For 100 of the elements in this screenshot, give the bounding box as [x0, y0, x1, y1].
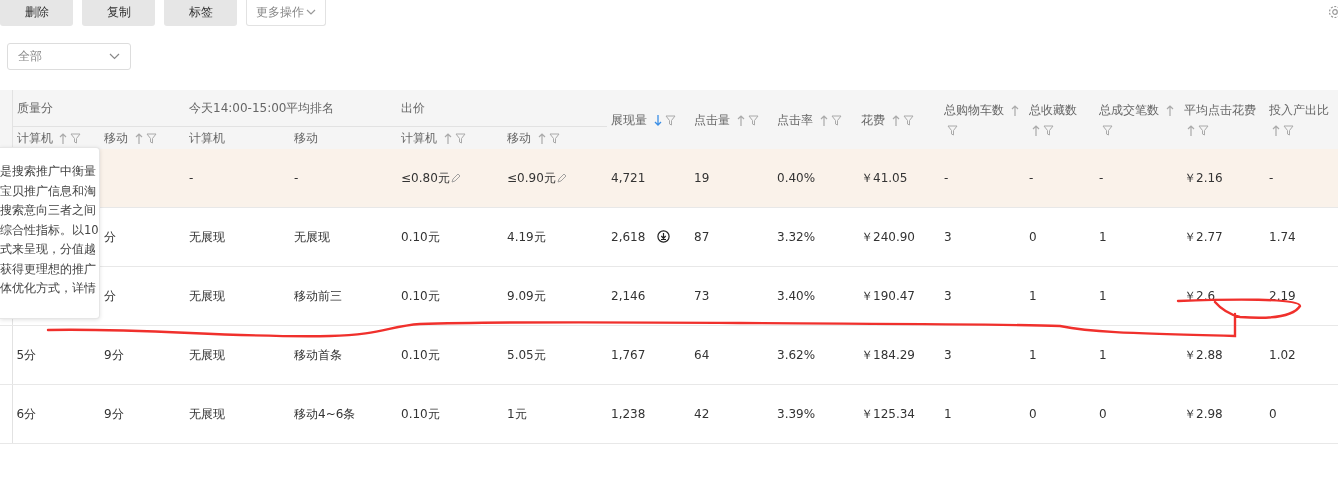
filter-icon[interactable]	[548, 132, 560, 144]
toolbar-button[interactable]: 删除	[0, 0, 73, 26]
column-header: 移动	[290, 126, 397, 149]
table-cell: ￥41.05	[861, 170, 908, 185]
filter-icon[interactable]	[145, 132, 157, 144]
table-cell: 无展现	[189, 406, 225, 421]
filter-icon[interactable]	[830, 114, 842, 126]
filter-icon[interactable]	[1198, 124, 1209, 136]
table-cell: 0.10元	[401, 347, 440, 362]
column-header[interactable]: 投入产出比	[1265, 90, 1338, 149]
filter-icon[interactable]	[1102, 124, 1113, 136]
table-cell: 9分	[104, 347, 124, 362]
column-header[interactable]: 展现量	[607, 90, 690, 149]
sort-up-icon[interactable]	[891, 114, 900, 126]
sort-up-icon[interactable]	[1032, 124, 1040, 136]
table-cell: 6分	[16, 406, 37, 421]
table-cell: ≤0.90元	[507, 170, 556, 185]
sort-up-icon[interactable]	[1010, 104, 1019, 116]
filter-icon[interactable]	[1283, 124, 1294, 136]
column-header[interactable]: 点击率	[773, 90, 857, 149]
table-cell: ≤0.80元	[401, 170, 450, 185]
table-cell: -	[1099, 171, 1104, 185]
filter-select[interactable]: 全部	[7, 43, 131, 70]
filter-icon[interactable]	[454, 132, 466, 144]
filter-icon[interactable]	[664, 114, 676, 126]
sort-up-icon[interactable]	[1272, 124, 1280, 136]
sort-up-icon[interactable]	[819, 114, 828, 126]
table-cell: 87	[694, 230, 710, 244]
table-cell: 0	[1269, 407, 1277, 421]
download-icon[interactable]	[657, 230, 671, 243]
table-cell: 2,146	[611, 289, 646, 303]
table-cell: ￥190.47	[861, 288, 915, 303]
table-cell: ￥2.16	[1184, 170, 1223, 185]
table-cell: ￥2.88	[1184, 347, 1223, 362]
column-header[interactable]: 总购物车数	[940, 90, 1025, 149]
settings-icon[interactable]	[1328, 5, 1338, 19]
sort-up-icon[interactable]	[1187, 124, 1195, 136]
sort-up-icon[interactable]	[134, 132, 143, 144]
filter-icon[interactable]	[902, 114, 914, 126]
table-cell: 1	[1029, 289, 1037, 303]
filter-icon[interactable]	[747, 114, 759, 126]
table-cell: 1,767	[611, 348, 646, 362]
pencil-icon[interactable]	[556, 173, 567, 183]
column-header[interactable]: 总成交笔数	[1095, 90, 1180, 149]
filter-icon[interactable]	[947, 124, 958, 136]
table-cell: 无展现	[189, 229, 225, 244]
table-cell: 4.19元	[507, 229, 546, 244]
table-cell: 1.02	[1269, 348, 1296, 362]
table-cell: 5分	[16, 347, 37, 362]
table-cell: 0.10元	[401, 288, 440, 303]
column-header[interactable]: 移动	[503, 126, 607, 149]
chevron-down-icon	[306, 9, 316, 15]
table-cell: 3.39%	[777, 407, 816, 421]
table-cell: 1	[1099, 289, 1107, 303]
table-cell: 2,618	[611, 230, 646, 244]
sort-up-icon[interactable]	[59, 132, 68, 144]
table-cell: 4,721	[611, 171, 646, 185]
table-cell: 分	[104, 229, 116, 244]
table-cell: ￥125.34	[861, 406, 915, 421]
table-cell: 移动前三	[294, 288, 342, 303]
table-cell: 1	[1029, 348, 1037, 362]
table-cell: 3	[944, 348, 952, 362]
table-cell: 分	[104, 288, 116, 303]
table-cell: 42	[694, 407, 710, 421]
pencil-icon[interactable]	[450, 173, 461, 183]
table-cell: 0.40%	[777, 171, 816, 185]
toolbar-button[interactable]: 更多操作	[246, 0, 326, 26]
table-cell: 9分	[104, 406, 124, 421]
sort-up-icon[interactable]	[443, 132, 452, 144]
table-cell: 19	[694, 171, 710, 185]
table-cell: 移动4~6条	[294, 406, 356, 421]
table-cell: 移动首条	[294, 347, 342, 362]
column-header[interactable]: 点击量	[690, 90, 773, 149]
sort-up-icon[interactable]	[537, 132, 546, 144]
group-header: 今天14:00-15:00平均排名	[185, 90, 397, 127]
table-cell: -	[944, 171, 949, 185]
table-cell: 无展现	[294, 229, 330, 244]
sort-up-icon[interactable]	[736, 114, 745, 126]
group-header: 质量分	[12, 90, 185, 127]
table-cell: -	[1269, 171, 1274, 185]
group-header: 出价	[397, 90, 607, 127]
column-header[interactable]: 总收藏数	[1025, 90, 1095, 149]
table-cell: 1,238	[611, 407, 646, 421]
table-cell: 3	[944, 289, 952, 303]
toolbar-button[interactable]: 复制	[82, 0, 155, 26]
column-header[interactable]: 平均点击花费	[1180, 90, 1265, 149]
table-cell: 1元	[507, 406, 527, 421]
table-cell: 5.05元	[507, 347, 546, 362]
column-header: 计算机	[185, 126, 290, 149]
table-cell: -	[294, 171, 299, 185]
filter-icon[interactable]	[70, 132, 82, 144]
sort-down-icon[interactable]	[653, 114, 662, 126]
sort-up-icon[interactable]	[1165, 104, 1174, 116]
filter-icon[interactable]	[1043, 124, 1054, 136]
table-cell: 1	[1099, 230, 1107, 244]
column-header[interactable]: 计算机	[397, 126, 503, 149]
column-header[interactable]: 花费	[857, 90, 940, 149]
table-cell: 3.62%	[777, 348, 816, 362]
toolbar-button[interactable]: 标签	[164, 0, 237, 26]
column-header[interactable]: 移动	[100, 126, 185, 149]
